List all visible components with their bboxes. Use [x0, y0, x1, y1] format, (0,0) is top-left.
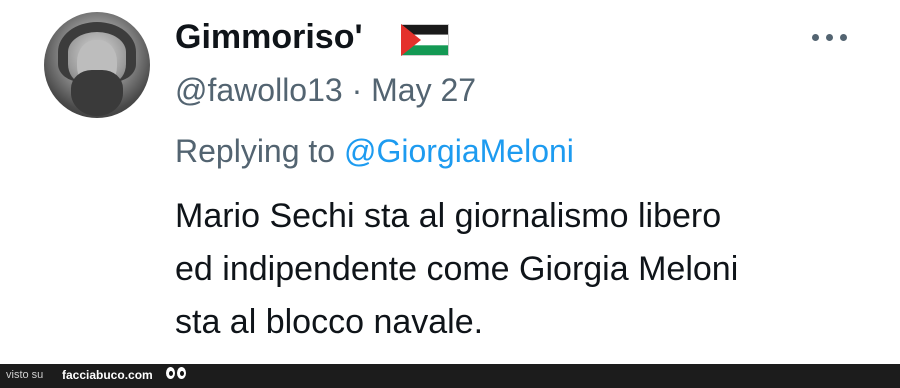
- tweet-text-line: sta al blocco navale.: [175, 303, 484, 341]
- display-name[interactable]: Gimmoriso': [175, 18, 363, 57]
- watermark-footer: visto su facciabuco.com: [0, 364, 900, 388]
- tweet-date[interactable]: May 27: [371, 72, 476, 108]
- tweet-text: Mario Sechi sta al giornalismo libero ed…: [175, 190, 875, 349]
- tweet-text-line: ed indipendente come Giorgia Meloni: [175, 250, 739, 288]
- replying-to: Replying to @GiorgiaMeloni: [175, 133, 574, 170]
- replying-prefix: Replying to: [175, 133, 344, 169]
- site-name[interactable]: facciabuco.com: [62, 368, 153, 382]
- eyes-logo-icon: [166, 367, 188, 381]
- avatar-beard: [71, 70, 123, 116]
- palestine-flag-icon: [401, 24, 449, 56]
- visto-su-label: visto su: [6, 369, 44, 381]
- tweet-card: Gimmoriso' @fawollo13 · May 27 Replying …: [0, 0, 900, 364]
- more-options-icon[interactable]: [806, 28, 852, 48]
- separator: ·: [351, 72, 363, 108]
- tweet-meta: @fawollo13 · May 27: [175, 72, 476, 109]
- tweet-text-line: Mario Sechi sta al giornalismo libero: [175, 197, 722, 235]
- avatar[interactable]: [44, 12, 150, 118]
- reply-mention-link[interactable]: @GiorgiaMeloni: [344, 133, 574, 169]
- handle[interactable]: @fawollo13: [175, 72, 343, 108]
